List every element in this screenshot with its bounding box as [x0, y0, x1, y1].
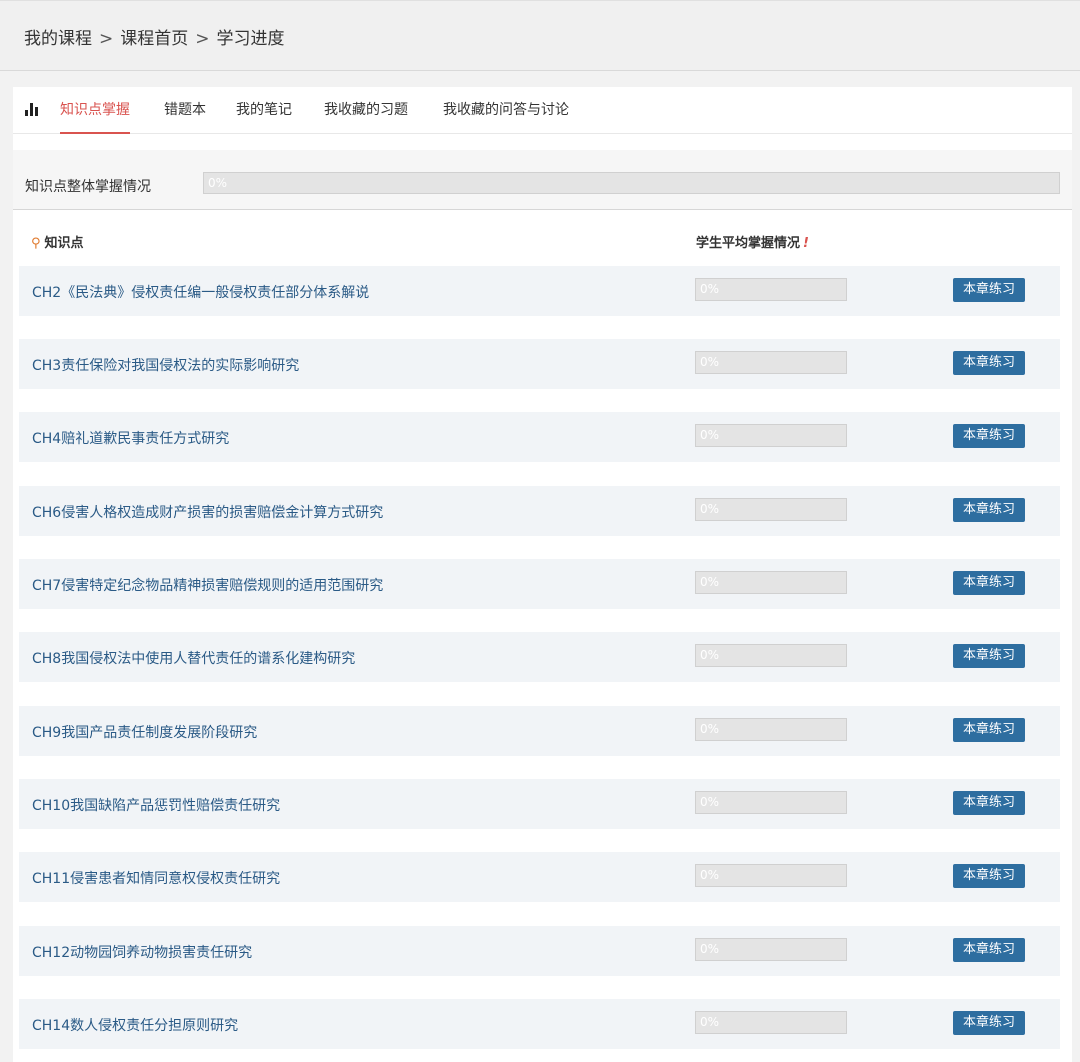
chapter-progress-text: 0%	[700, 282, 720, 296]
chapter-title-link[interactable]: CH8我国侵权法中使用人替代责任的谱系化建构研究	[32, 648, 355, 668]
list-item: CH6侵害人格权造成财产损害的损害赔偿金计算方式研究 0% 本章练习	[19, 486, 1060, 536]
chapter-title-link[interactable]: CH11侵害患者知情同意权侵权责任研究	[32, 868, 280, 888]
chapter-progress-text: 0%	[700, 575, 720, 589]
chapter-progress-text: 0%	[700, 795, 720, 809]
knowledge-list-header: ⚲ 知识点 学生平均掌握情况!	[13, 232, 1072, 254]
overall-progress-bar: 0%	[203, 172, 1060, 194]
breadcrumb-course-home[interactable]: 课程首页	[120, 29, 188, 49]
list-item: CH7侵害特定纪念物品精神损害赔偿规则的适用范围研究 0% 本章练习	[19, 559, 1060, 609]
chapter-progress-bar: 0%	[695, 498, 847, 521]
chapter-practice-button[interactable]: 本章练习	[953, 1011, 1025, 1035]
list-item: CH9我国产品责任制度发展阶段研究 0% 本章练习	[19, 706, 1060, 756]
breadcrumb-current: 学习进度	[216, 29, 285, 49]
chapter-title-link[interactable]: CH2《民法典》侵权责任编一般侵权责任部分体系解说	[32, 282, 369, 302]
chapter-title-link[interactable]: CH9我国产品责任制度发展阶段研究	[32, 722, 257, 742]
tab-knowledge-mastery[interactable]: 知识点掌握	[60, 87, 130, 134]
knowledge-point-header: ⚲ 知识点	[31, 232, 84, 251]
tab-my-notes[interactable]: 我的笔记	[236, 87, 292, 134]
avg-mastery-header: 学生平均掌握情况!	[696, 232, 809, 251]
chapter-progress-text: 0%	[700, 355, 720, 369]
chapter-progress-text: 0%	[700, 942, 720, 956]
chapter-title-link[interactable]: CH6侵害人格权造成财产损害的损害赔偿金计算方式研究	[32, 502, 383, 522]
chapter-progress-text: 0%	[700, 502, 720, 516]
chapter-progress-bar: 0%	[695, 938, 847, 961]
chapter-practice-button[interactable]: 本章练习	[953, 718, 1025, 742]
tab-error-book[interactable]: 错题本	[164, 87, 206, 134]
tab-bar: 知识点掌握 错题本 我的笔记 我收藏的习题 我收藏的问答与讨论	[13, 87, 1072, 134]
chapter-progress-bar: 0%	[695, 278, 847, 301]
chapter-practice-button[interactable]: 本章练习	[953, 644, 1025, 668]
chapter-progress-bar: 0%	[695, 864, 847, 887]
breadcrumb-separator: >	[99, 29, 114, 49]
exclamation-icon[interactable]: !	[803, 236, 809, 251]
chapter-progress-bar: 0%	[695, 351, 847, 374]
overall-progress-text: 0%	[208, 176, 228, 190]
key-icon: ⚲	[31, 236, 41, 251]
chapter-title-link[interactable]: CH7侵害特定纪念物品精神损害赔偿规则的适用范围研究	[32, 575, 383, 595]
chapter-practice-button[interactable]: 本章练习	[953, 864, 1025, 888]
chapter-title-link[interactable]: CH12动物园饲养动物损害责任研究	[32, 942, 252, 962]
overall-mastery-section: 知识点整体掌握情况 0%	[13, 150, 1072, 210]
chapter-practice-button[interactable]: 本章练习	[953, 938, 1025, 962]
list-item: CH12动物园饲养动物损害责任研究 0% 本章练习	[19, 926, 1060, 976]
breadcrumb: 我的课程 > 课程首页 > 学习进度	[24, 24, 285, 49]
list-item: CH3责任保险对我国侵权法的实际影响研究 0% 本章练习	[19, 339, 1060, 389]
knowledge-point-header-text: 知识点	[44, 236, 84, 251]
chapter-title-link[interactable]: CH10我国缺陷产品惩罚性赔偿责任研究	[32, 795, 280, 815]
chapter-progress-bar: 0%	[695, 791, 847, 814]
chapter-title-link[interactable]: CH4赔礼道歉民事责任方式研究	[32, 428, 229, 448]
chapter-practice-button[interactable]: 本章练习	[953, 571, 1025, 595]
list-item: CH14数人侵权责任分担原则研究 0% 本章练习	[19, 999, 1060, 1049]
tab-favorite-exercises[interactable]: 我收藏的习题	[324, 87, 408, 134]
list-item: CH8我国侵权法中使用人替代责任的谱系化建构研究 0% 本章练习	[19, 632, 1060, 682]
chapter-progress-bar: 0%	[695, 1011, 847, 1034]
breadcrumb-my-courses[interactable]: 我的课程	[24, 29, 92, 49]
chapter-practice-button[interactable]: 本章练习	[953, 351, 1025, 375]
chapter-practice-button[interactable]: 本章练习	[953, 791, 1025, 815]
main-panel: 知识点掌握 错题本 我的笔记 我收藏的习题 我收藏的问答与讨论 知识点整体掌握情…	[13, 87, 1072, 1062]
chapter-progress-text: 0%	[700, 722, 720, 736]
overall-mastery-label: 知识点整体掌握情况	[25, 179, 151, 195]
chapter-progress-bar: 0%	[695, 571, 847, 594]
chapter-progress-text: 0%	[700, 428, 720, 442]
list-item: CH2《民法典》侵权责任编一般侵权责任部分体系解说 0% 本章练习	[19, 266, 1060, 316]
chapter-progress-text: 0%	[700, 868, 720, 882]
bar-chart-icon	[25, 102, 41, 116]
chapter-progress-bar: 0%	[695, 424, 847, 447]
chapter-progress-bar: 0%	[695, 718, 847, 741]
top-header: 我的课程 > 课程首页 > 学习进度	[0, 0, 1080, 71]
list-item: CH10我国缺陷产品惩罚性赔偿责任研究 0% 本章练习	[19, 779, 1060, 829]
chapter-progress-text: 0%	[700, 648, 720, 662]
chapter-practice-button[interactable]: 本章练习	[953, 278, 1025, 302]
chapter-practice-button[interactable]: 本章练习	[953, 498, 1025, 522]
breadcrumb-separator: >	[195, 29, 210, 49]
list-item: CH11侵害患者知情同意权侵权责任研究 0% 本章练习	[19, 852, 1060, 902]
list-item: CH4赔礼道歉民事责任方式研究 0% 本章练习	[19, 412, 1060, 462]
chapter-practice-button[interactable]: 本章练习	[953, 424, 1025, 448]
chapter-progress-bar: 0%	[695, 644, 847, 667]
tab-favorite-discussions[interactable]: 我收藏的问答与讨论	[443, 87, 569, 134]
avg-mastery-header-text: 学生平均掌握情况	[696, 236, 801, 251]
chapter-title-link[interactable]: CH14数人侵权责任分担原则研究	[32, 1015, 238, 1035]
chapter-progress-text: 0%	[700, 1015, 720, 1029]
chapter-title-link[interactable]: CH3责任保险对我国侵权法的实际影响研究	[32, 355, 299, 375]
